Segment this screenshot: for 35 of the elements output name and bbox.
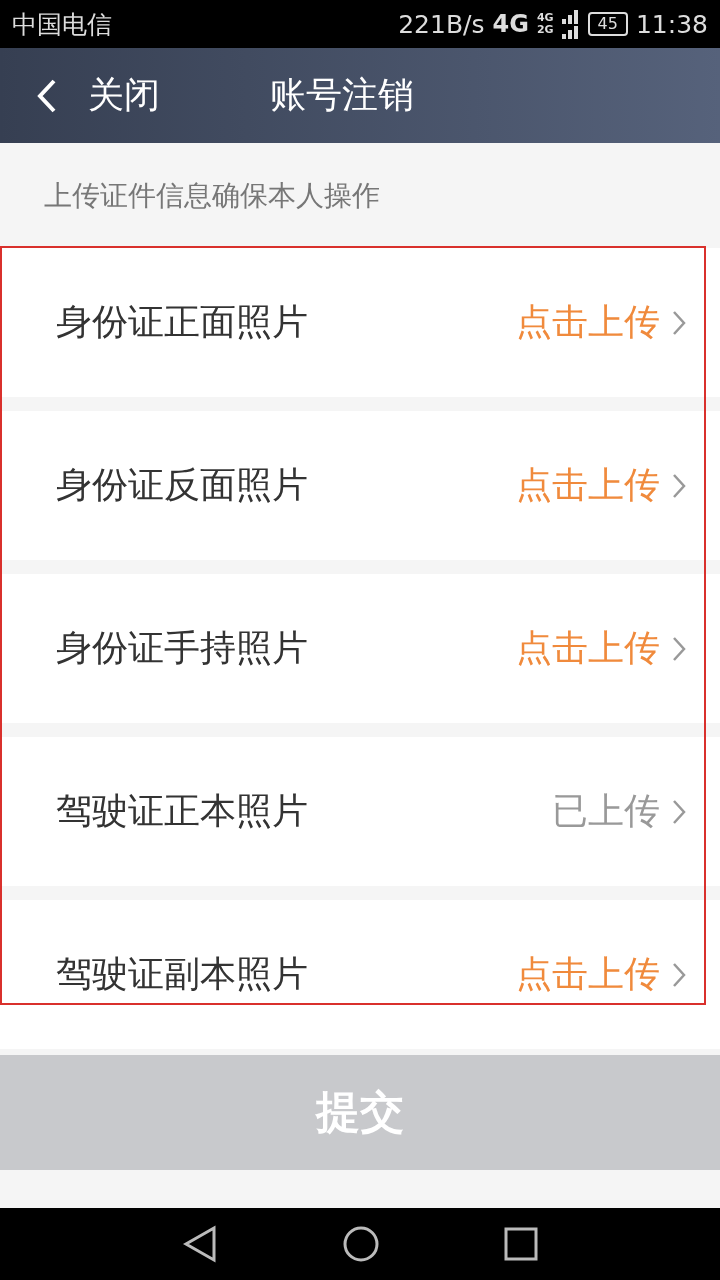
chevron-icon: [672, 309, 686, 336]
upload-status: 已上传: [552, 789, 660, 833]
row-label: 驾驶证正本照片: [56, 789, 309, 833]
network-label: 4G: [536, 12, 554, 24]
upload-row[interactable]: 驾驶证副本照片 点击上传: [0, 900, 720, 1049]
upload-row[interactable]: 身份证反面照片 点击上传: [0, 411, 720, 560]
close-button[interactable]: 关闭: [0, 48, 160, 143]
instruction-text: 上传证件信息确保本人操作: [44, 177, 380, 214]
network-speed: 221B/s: [398, 9, 485, 39]
chevron-icon: [672, 635, 686, 662]
row-label: 身份证反面照片: [56, 463, 309, 507]
row-label: 身份证手持照片: [56, 626, 309, 670]
upload-row[interactable]: 身份证手持照片 点击上传: [0, 574, 720, 723]
clock-time: 11:38: [635, 9, 708, 39]
back-icon: [36, 77, 58, 114]
upload-status: 点击上传: [516, 463, 660, 507]
upload-row[interactable]: 驾驶证正本照片 已上传: [0, 737, 720, 886]
network-type: 4G: [492, 10, 529, 38]
network-label: 2G: [536, 24, 554, 36]
battery-level: 45: [587, 12, 628, 36]
chevron-icon: [672, 961, 686, 988]
home-icon[interactable]: [342, 1225, 380, 1263]
chevron-icon: [672, 798, 686, 825]
upload-row[interactable]: 身份证正面照片 点击上传: [0, 248, 720, 397]
upload-status: 点击上传: [516, 300, 660, 344]
page-title: 账号注销: [270, 73, 414, 117]
row-label: 驾驶证副本照片: [56, 952, 309, 996]
chevron-icon: [672, 472, 686, 499]
recents-icon[interactable]: [504, 1227, 538, 1261]
row-label: 身份证正面照片: [56, 300, 309, 344]
upload-status: 点击上传: [516, 952, 660, 996]
carrier-name: 中国电信: [12, 8, 112, 41]
upload-status: 点击上传: [516, 626, 660, 670]
signal-icon: [561, 9, 580, 39]
back-icon[interactable]: [182, 1225, 218, 1263]
